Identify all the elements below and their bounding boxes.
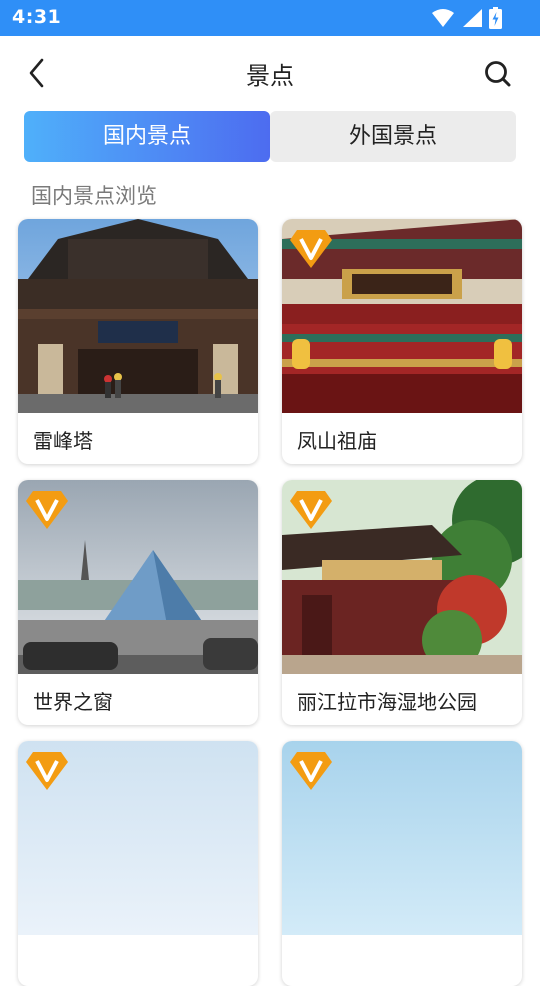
status-time: 4:31 [12, 6, 62, 28]
attraction-name: 丽江拉市海湿地公园 [297, 690, 477, 714]
tab-bar: 国内景点 外国景点 [24, 111, 516, 162]
vip-badge-icon [290, 491, 332, 529]
tab-foreign[interactable]: 外国景点 [270, 111, 516, 162]
header: 景点 [0, 36, 540, 110]
attraction-photo [18, 219, 258, 413]
attraction-card-5[interactable] [18, 741, 258, 986]
vip-badge-icon [26, 752, 68, 790]
attraction-card-lashihai-wetland-park[interactable]: 丽江拉市海湿地公园 [282, 480, 522, 725]
wifi-icon [432, 9, 454, 27]
section-title: 国内景点浏览 [31, 184, 157, 208]
attraction-name: 雷峰塔 [33, 429, 93, 453]
attraction-name: 世界之窗 [33, 690, 113, 714]
battery-icon [489, 7, 502, 29]
status-icons [431, 7, 502, 29]
attraction-card-leifeng-pagoda[interactable]: 雷峰塔 [18, 219, 258, 464]
page-title: 景点 [246, 62, 294, 90]
attraction-card-fengshan-temple[interactable]: 凤山祖庙 [282, 219, 522, 464]
vip-badge-icon [290, 752, 332, 790]
vip-badge-icon [26, 491, 68, 529]
attraction-card-6[interactable] [282, 741, 522, 986]
search-icon [485, 61, 511, 87]
vip-badge-icon [290, 230, 332, 268]
status-bar: 4:31 [0, 0, 540, 36]
tab-domestic[interactable]: 国内景点 [24, 111, 270, 162]
attraction-name: 凤山祖庙 [297, 429, 377, 453]
signal-icon [463, 9, 482, 27]
search-button[interactable] [482, 58, 514, 90]
attraction-card-window-of-the-world[interactable]: 世界之窗 [18, 480, 258, 725]
